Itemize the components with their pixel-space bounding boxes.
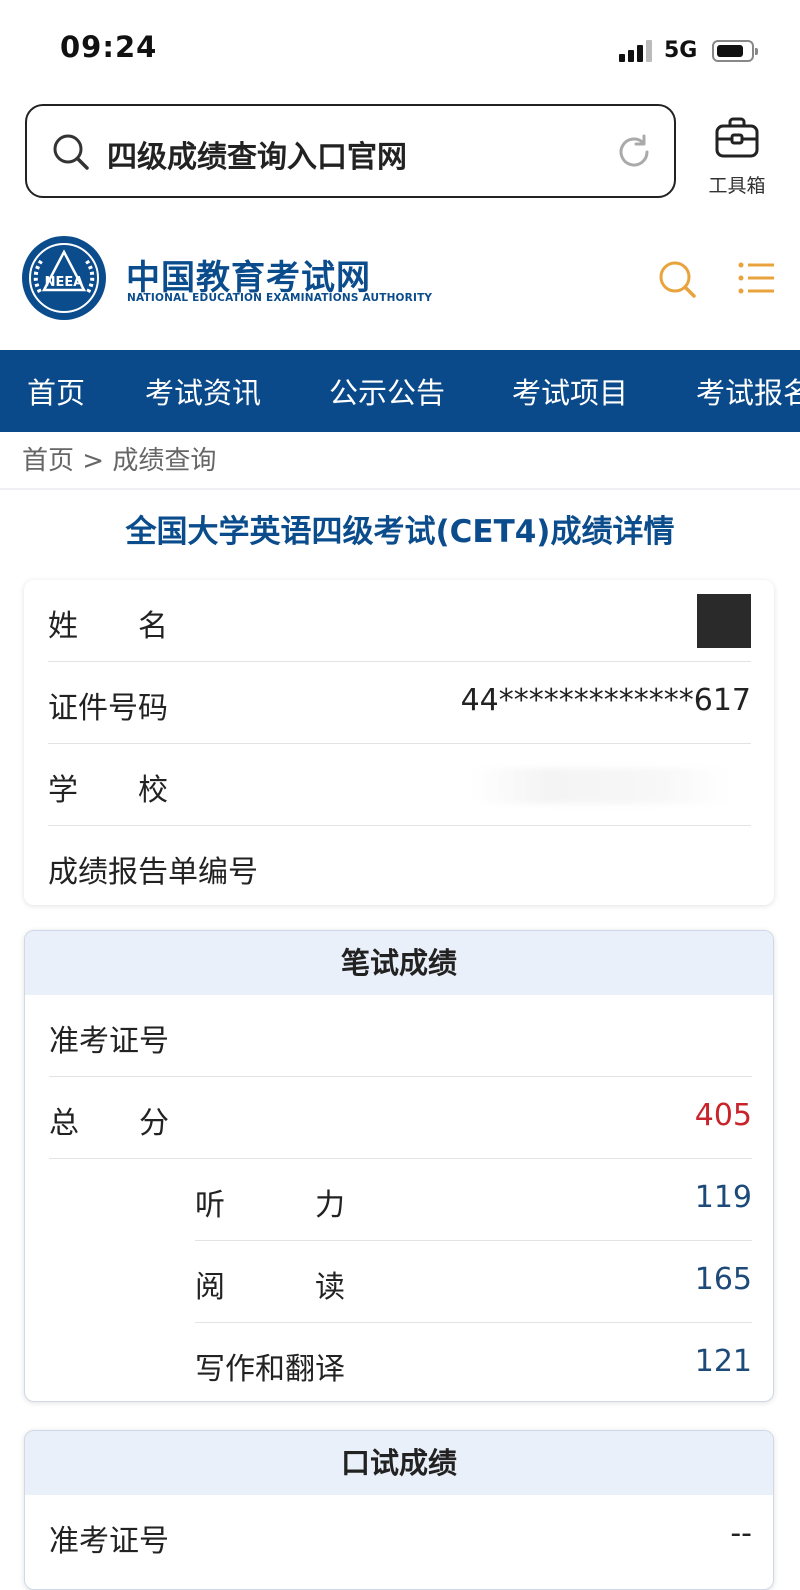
oral-score-card: 口试成绩 准考证号 -- — [24, 1430, 774, 1590]
logo-text: NEEA — [45, 275, 84, 290]
breadcrumb-home[interactable]: 首页 — [22, 446, 74, 476]
written-score-card: 笔试成绩 准考证号 总 分 405 听 力 119 阅 读 165 写作和翻译 … — [24, 930, 774, 1402]
browser-search-bar[interactable]: 四级成绩查询入口官网 — [25, 104, 676, 198]
name-label: 姓 名 — [48, 609, 168, 644]
personal-info-card: 姓 名 证件号码 44*************617 学 校 成绩报告单编号 — [24, 580, 774, 905]
breadcrumb-current: 成绩查询 — [112, 446, 217, 476]
nav-item-notices[interactable]: 公示公告 — [329, 370, 445, 412]
total-row: 总 分 405 — [49, 1077, 752, 1159]
status-bar: 09:24 5G — [0, 0, 800, 100]
menu-icon[interactable] — [738, 260, 776, 296]
id-row: 证件号码 44*************617 — [48, 662, 751, 744]
refresh-icon[interactable] — [614, 132, 654, 172]
network-type: 5G — [664, 38, 698, 63]
site-header: NEEA 中国教育考试网 NATIONAL EDUCATION EXAMINAT… — [0, 220, 800, 350]
toolbox-button[interactable]: 工具箱 — [700, 115, 774, 205]
main-nav: 首页 考试资讯 公示公告 考试项目 考试报名 — [0, 350, 800, 432]
search-query[interactable]: 四级成绩查询入口官网 — [107, 132, 407, 176]
school-label: 学 校 — [48, 773, 168, 808]
signal-icon — [619, 40, 653, 62]
school-row: 学 校 — [48, 744, 751, 826]
total-score: 405 — [694, 1098, 752, 1133]
ticket-label: 准考证号 — [49, 1024, 169, 1059]
neea-logo-icon: NEEA — [22, 236, 106, 320]
listening-row: 听 力 119 — [49, 1159, 752, 1241]
name-masked — [697, 594, 751, 648]
oral-ticket-value: -- — [730, 1516, 752, 1551]
toolbox-icon — [715, 117, 759, 158]
writing-score: 121 — [694, 1344, 752, 1379]
reading-score: 165 — [694, 1262, 752, 1297]
reading-row: 阅 读 165 — [49, 1241, 752, 1323]
oral-ticket-label: 准考证号 — [49, 1524, 169, 1559]
breadcrumb-separator: > — [82, 446, 105, 476]
listening-label: 听 力 — [195, 1188, 345, 1223]
nav-item-news[interactable]: 考试资讯 — [145, 370, 261, 412]
written-ticket-row: 准考证号 — [49, 995, 752, 1077]
total-label: 总 分 — [49, 1106, 169, 1141]
search-icon — [53, 134, 89, 170]
writing-row: 写作和翻译 121 — [49, 1323, 752, 1401]
nav-item-registration[interactable]: 考试报名 — [696, 370, 800, 412]
id-label: 证件号码 — [48, 691, 168, 726]
site-search-icon[interactable] — [655, 257, 699, 301]
name-row: 姓 名 — [48, 580, 751, 662]
breadcrumb: 首页 > 成绩查询 — [22, 440, 216, 477]
school-blurred — [471, 768, 731, 804]
report-row: 成绩报告单编号 — [48, 826, 751, 905]
writing-label: 写作和翻译 — [195, 1352, 345, 1387]
reading-label: 阅 读 — [195, 1270, 345, 1305]
written-header: 笔试成绩 — [25, 931, 773, 995]
page-title: 全国大学英语四级考试(CET4)成绩详情 — [125, 514, 675, 550]
divider — [0, 488, 800, 490]
listening-score: 119 — [694, 1180, 752, 1215]
status-time: 09:24 — [60, 30, 158, 64]
oral-header: 口试成绩 — [25, 1431, 773, 1495]
oral-ticket-row: 准考证号 -- — [49, 1495, 752, 1577]
nav-item-home[interactable]: 首页 — [27, 370, 85, 412]
site-subtitle: NATIONAL EDUCATION EXAMINATIONS AUTHORIT… — [127, 292, 433, 304]
id-value: 44*************617 — [460, 683, 751, 718]
nav-item-exams[interactable]: 考试项目 — [512, 370, 628, 412]
battery-icon — [712, 40, 758, 62]
toolbox-label: 工具箱 — [708, 175, 766, 197]
report-label: 成绩报告单编号 — [48, 855, 258, 890]
